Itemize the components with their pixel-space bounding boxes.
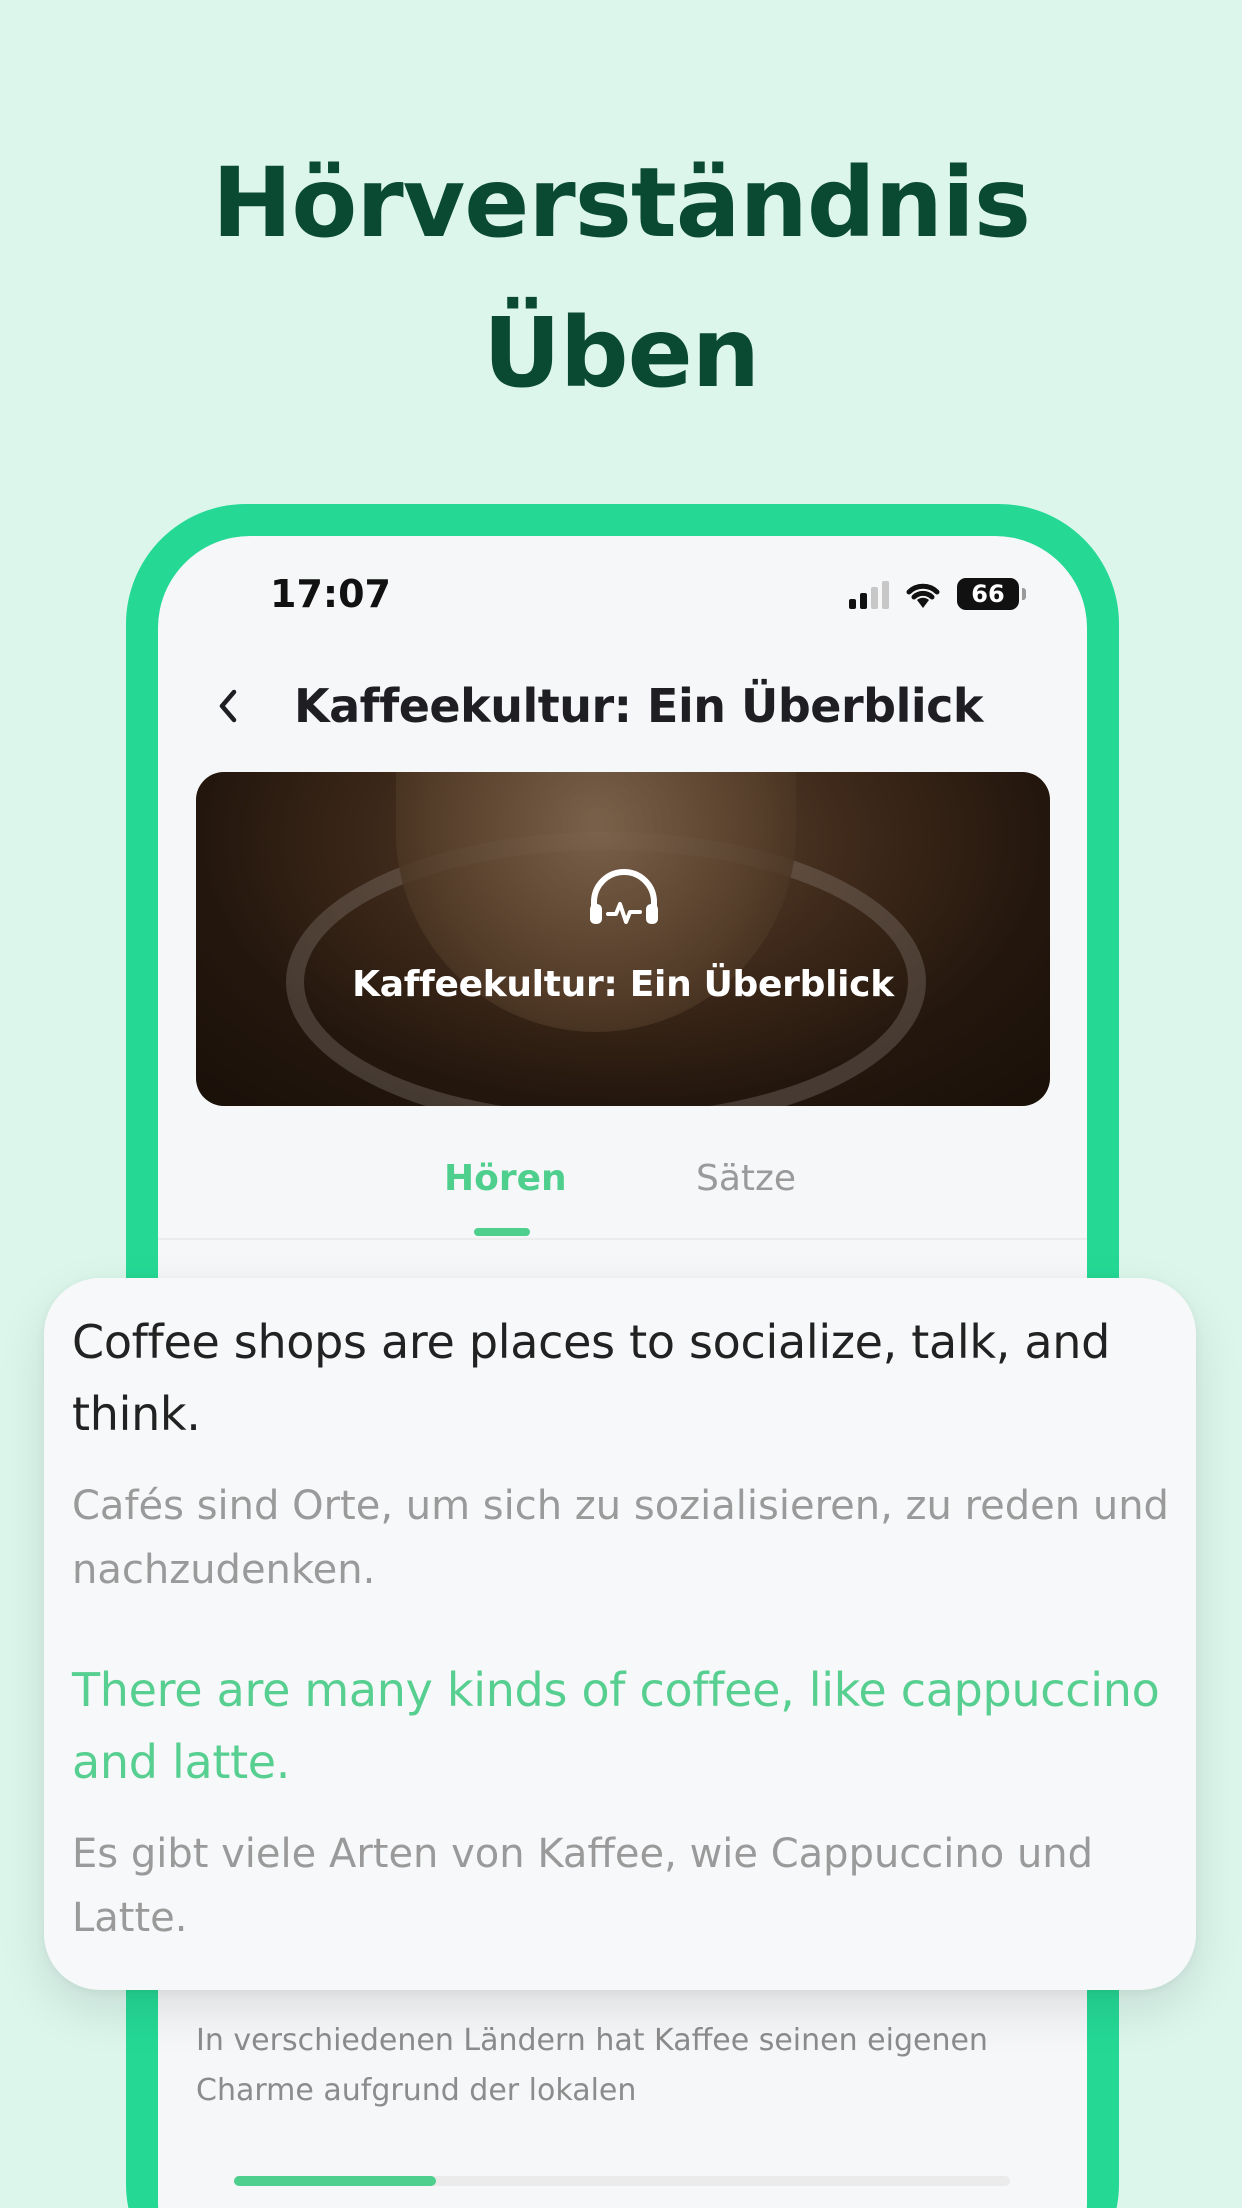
tab-divider bbox=[158, 1238, 1087, 1240]
sentence-translation: Cafés sind Orte, um sich zu sozialisiere… bbox=[72, 1483, 1169, 1593]
cellular-signal-icon bbox=[849, 579, 889, 609]
tab-saetze[interactable]: Sätze bbox=[696, 1158, 796, 1199]
headline-line-1: Hörverständnis bbox=[212, 147, 1031, 259]
headphones-icon bbox=[590, 869, 658, 924]
chevron-left-icon bbox=[219, 689, 237, 723]
background-sentence-text: In verschiedenen Ländern hat Kaffee sein… bbox=[196, 2023, 988, 2108]
audio-progress-bar[interactable] bbox=[234, 2176, 1010, 2186]
wifi-icon bbox=[906, 583, 940, 608]
sentence-translation: Es gibt viele Arten von Kaffee, wie Capp… bbox=[72, 1831, 1094, 1941]
back-button[interactable] bbox=[198, 676, 258, 736]
sentence-english-active[interactable]: There are many kinds of coffee, like cap… bbox=[72, 1654, 1172, 1798]
active-tab-indicator bbox=[474, 1228, 530, 1236]
tab-hoeren[interactable]: Hören bbox=[444, 1158, 567, 1199]
page-title: Kaffeekultur: Ein Überblick bbox=[294, 679, 984, 733]
banner-title: Kaffeekultur: Ein Überblick bbox=[352, 964, 894, 1005]
sentence-card: Coffee shops are places to socialize, ta… bbox=[44, 1278, 1196, 1990]
tab-bar: Hören Sätze bbox=[158, 1150, 1087, 1230]
headline-line-2: Üben bbox=[482, 297, 760, 409]
audio-progress-fill bbox=[234, 2176, 436, 2186]
battery-indicator: 66 bbox=[957, 578, 1026, 610]
promo-headline: Hörverständnis Üben bbox=[0, 128, 1242, 428]
status-icons: 66 bbox=[849, 574, 1026, 614]
status-time: 17:07 bbox=[270, 572, 391, 616]
sentence-english[interactable]: Coffee shops are places to socialize, ta… bbox=[72, 1306, 1172, 1450]
nav-bar: Kaffeekultur: Ein Überblick bbox=[198, 666, 1058, 746]
lesson-banner[interactable]: Kaffeekultur: Ein Überblick bbox=[196, 772, 1050, 1106]
